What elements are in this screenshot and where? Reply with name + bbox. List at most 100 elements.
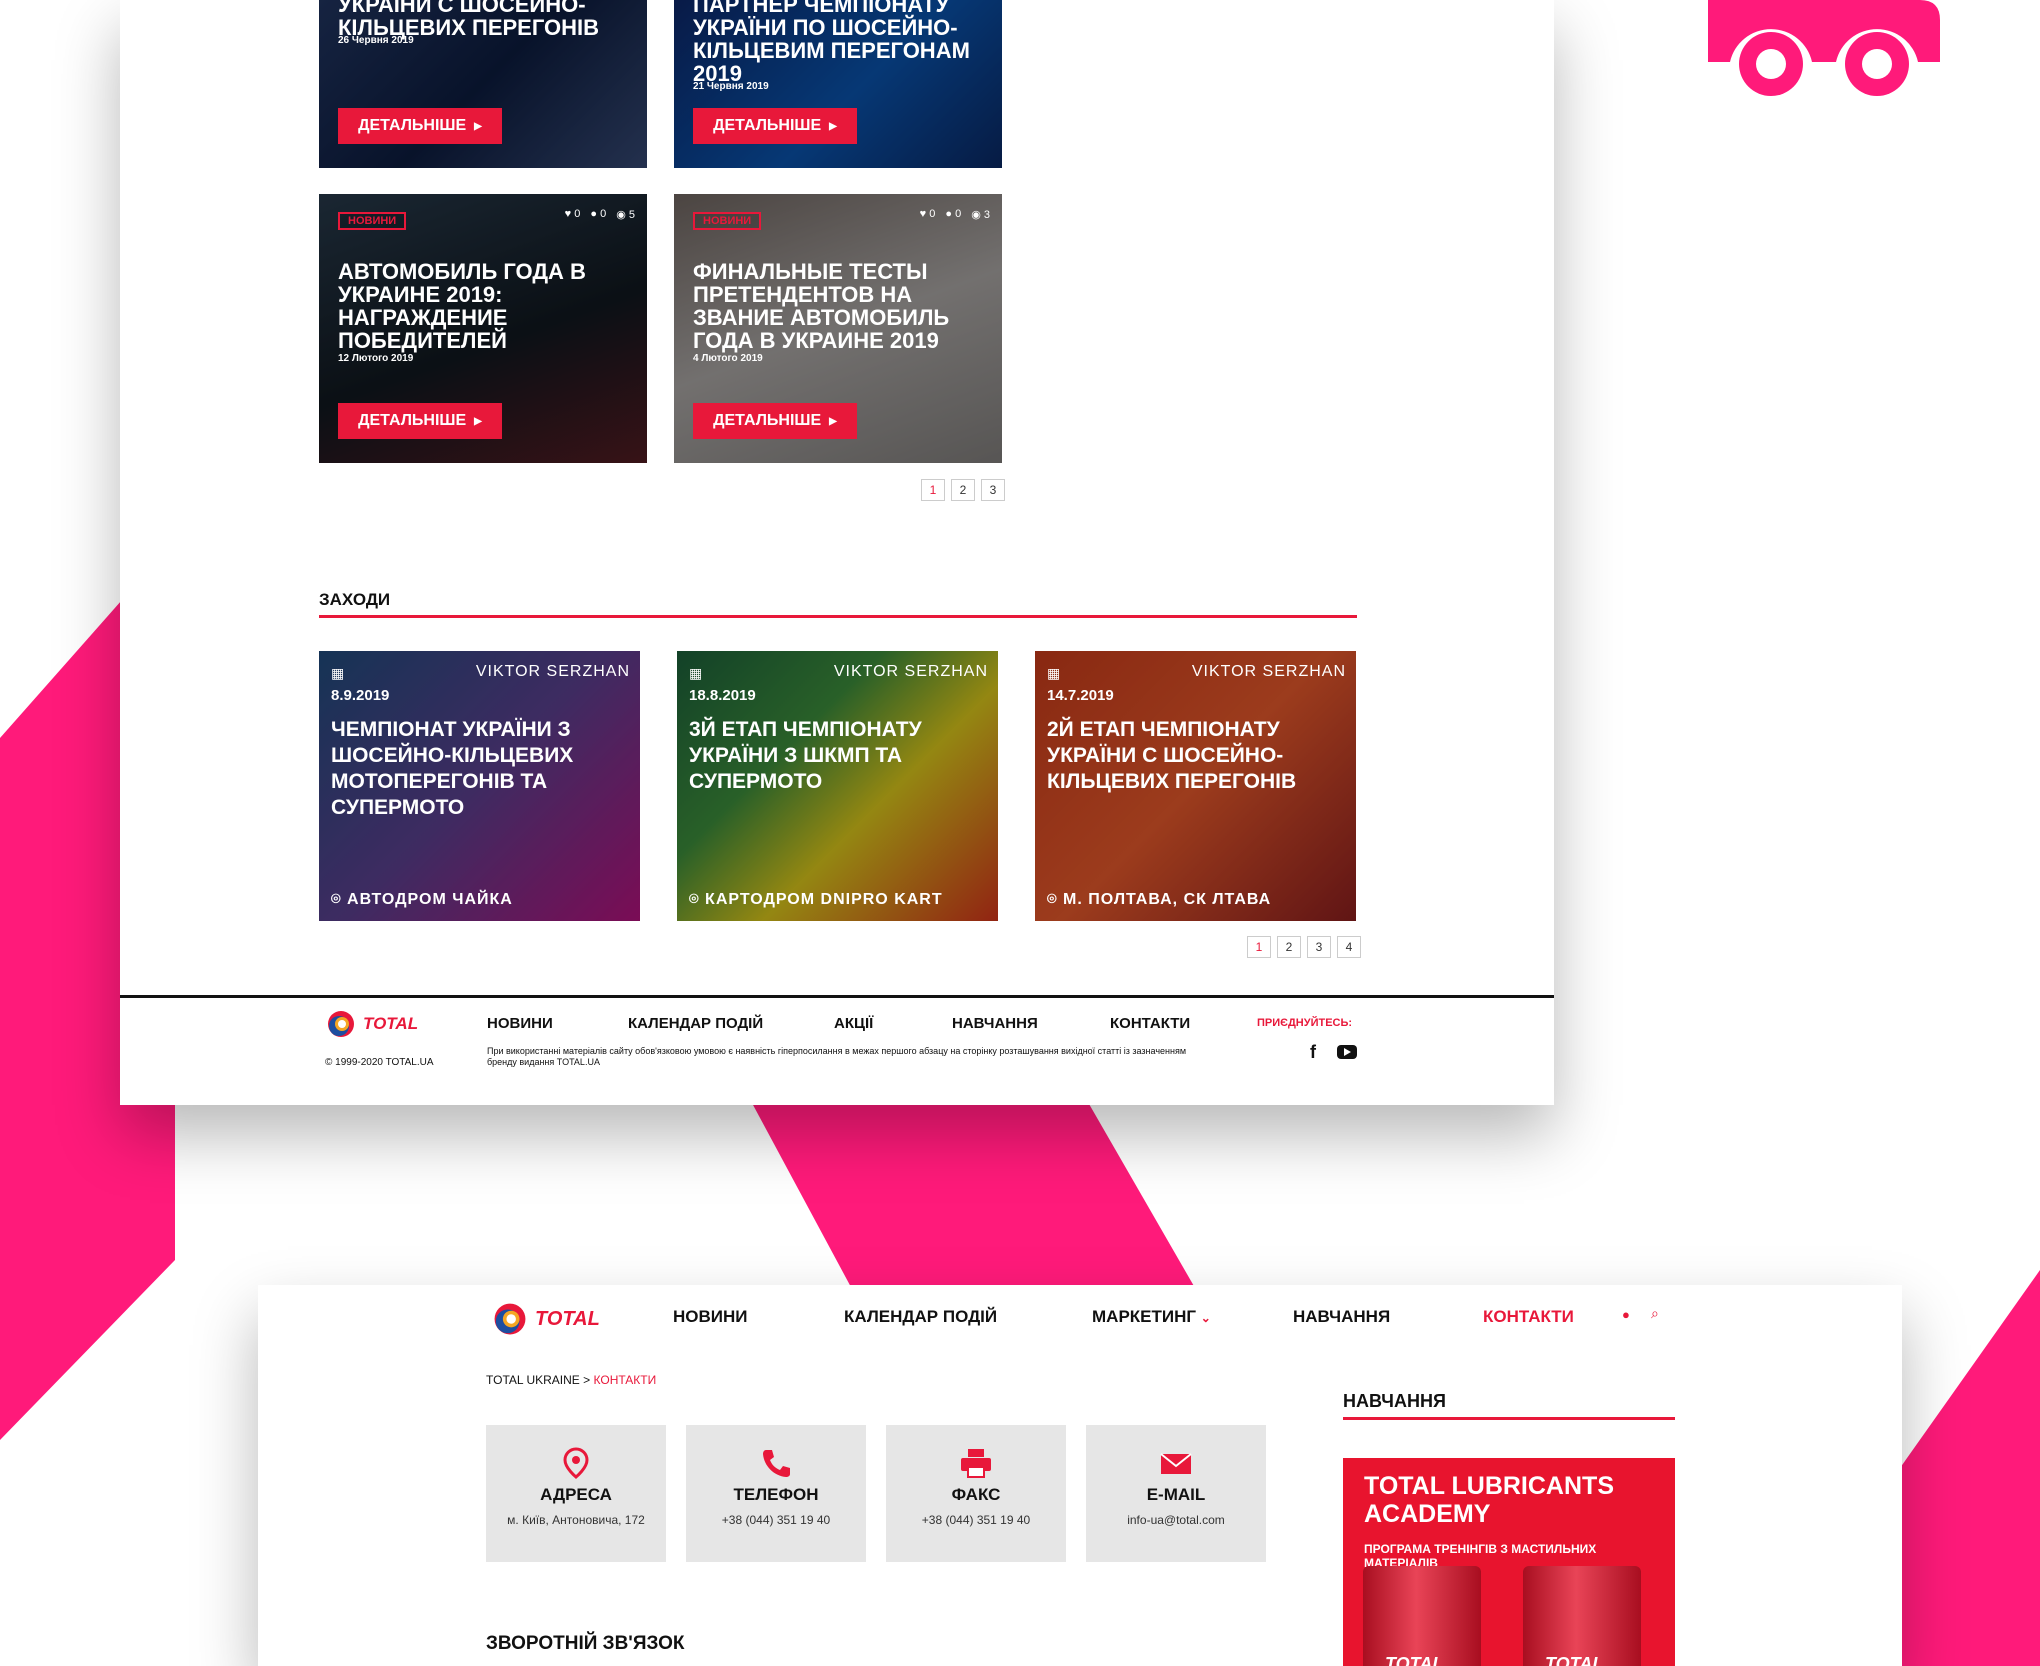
barrel-brand-label: TOTAL: [1545, 1654, 1604, 1666]
footer-nav-training[interactable]: НАВЧАННЯ: [952, 1015, 1038, 1032]
footer-logo[interactable]: TOTAL: [325, 1008, 418, 1040]
page-link[interactable]: 2: [1277, 936, 1301, 958]
details-button[interactable]: ДЕТАЛЬНІШЕ ▶: [338, 108, 502, 144]
page-link[interactable]: 3: [1307, 936, 1331, 958]
event-author: VIKTOR SERZHAN: [1191, 663, 1346, 680]
triangle-right-icon: ▶: [829, 120, 837, 132]
page-link[interactable]: 4: [1337, 936, 1361, 958]
details-button[interactable]: ДЕТАЛЬНІШЕ ▶: [338, 403, 502, 439]
contact-card-fax: ФАКС +38 (044) 351 19 40: [886, 1425, 1066, 1562]
contacts-page-screenshot: TOTAL НОВИНИ КАЛЕНДАР ПОДІЙ МАРКЕТИНГ ⌄ …: [258, 1285, 1902, 1666]
total-logo-icon: [494, 1303, 526, 1335]
event-place: ⌾ М. ПОЛТАВА, СК ЛТАВА: [1047, 891, 1272, 908]
chevron-down-icon: ⌄: [1200, 1311, 1211, 1325]
search-icon[interactable]: ⌕: [1651, 1305, 1659, 1322]
card-stats: ♥ 0 ● 0 ◉ 3: [920, 208, 990, 221]
breadcrumb-separator: >: [583, 1373, 591, 1387]
envelope-icon: [1086, 1447, 1266, 1479]
event-date: 8.9.2019: [331, 687, 390, 704]
event-author: VIKTOR SERZHAN: [833, 663, 988, 680]
events-pagination: 1 2 3 4: [1247, 936, 1361, 958]
breadcrumb: TOTAL UKRAINE > КОНТАКТИ: [486, 1373, 656, 1387]
news-card-date: 26 Червня 2019: [338, 35, 414, 46]
user-icon[interactable]: ●: [1622, 1307, 1630, 1322]
youtube-icon[interactable]: [1337, 1045, 1357, 1059]
page-link[interactable]: 3: [981, 479, 1005, 501]
breadcrumb-root[interactable]: TOTAL UKRAINE: [486, 1373, 580, 1387]
nav-marketing[interactable]: МАРКЕТИНГ ⌄: [1092, 1307, 1211, 1327]
news-card-title: ФИНАЛЬНЫЕ ТЕСТЫ ПРЕТЕНДЕНТОВ НА ЗВАНИЕ А…: [693, 259, 950, 353]
triangle-right-icon: ▶: [829, 415, 837, 427]
contact-card-phone: ТЕЛЕФОН +38 (044) 351 19 40: [686, 1425, 866, 1562]
phone-icon: [686, 1447, 866, 1479]
comment-icon: ● 0: [590, 208, 607, 220]
news-card[interactable]: НОВИНИ ♥ 0 ● 0 ◉ 3 ФИНАЛЬНЫЕ ТЕСТЫ ПРЕТЕ…: [674, 194, 1002, 463]
page-link[interactable]: 1: [1247, 936, 1271, 958]
card-stats: ♥ 0 ● 0 ◉ 5: [565, 208, 635, 221]
section-divider: [319, 615, 1357, 618]
footer-divider: [120, 995, 1554, 998]
triangle-right-icon: ▶: [474, 120, 482, 132]
breadcrumb-current: КОНТАКТИ: [593, 1373, 657, 1387]
event-date: 14.7.2019: [1047, 687, 1114, 704]
news-card-title: ПАРТНЕР ЧЕМПІОНАТУ УКРАЇНИ ПО ШОСЕЙНО-КІ…: [693, 0, 970, 86]
contact-card-email: E-MAIL info-ua@total.com: [1086, 1425, 1266, 1562]
oil-barrel-image: TOTAL: [1363, 1566, 1481, 1666]
eye-icon: ◉ 5: [616, 209, 635, 221]
nav-calendar[interactable]: КАЛЕНДАР ПОДІЙ: [844, 1307, 997, 1327]
category-badge: НОВИНИ: [338, 212, 407, 230]
page-link[interactable]: 2: [951, 479, 975, 501]
event-card[interactable]: ▦ VIKTOR SERZHAN 18.8.2019 3Й ЕТАП ЧЕМПІ…: [677, 651, 998, 921]
news-card-title: УКРАЇНИ С ШОСЕЙНО-КІЛЬЦЕВИХ ПЕРЕГОНІВ: [338, 0, 600, 40]
event-author: VIKTOR SERZHAN: [475, 663, 630, 680]
calendar-icon: ▦: [1047, 665, 1061, 681]
oil-barrel-image: TOTAL: [1523, 1566, 1641, 1666]
event-card[interactable]: ▦ VIKTOR SERZHAN 8.9.2019 ЧЕМПІОНАТ УКРА…: [319, 651, 640, 921]
contact-card-address: АДРЕСА м. Київ, Антоновича, 172: [486, 1425, 666, 1562]
total-logo-icon: [328, 1011, 354, 1037]
news-card-date: 4 Лютого 2019: [693, 353, 763, 364]
nav-news[interactable]: НОВИНИ: [673, 1307, 748, 1327]
sidebar-title: НАВЧАННЯ: [1343, 1391, 1446, 1411]
calendar-icon: ▦: [689, 665, 703, 681]
news-card[interactable]: ПАРТНЕР ЧЕМПІОНАТУ УКРАЇНИ ПО ШОСЕЙНО-КІ…: [674, 0, 1002, 168]
news-page-screenshot: УКРАЇНИ С ШОСЕЙНО-КІЛЬЦЕВИХ ПЕРЕГОНІВ 26…: [120, 0, 1554, 1105]
event-title: 3Й ЕТАП ЧЕМПІОНАТУ УКРАЇНИ З ШКМП ТА СУП…: [689, 718, 922, 793]
news-card-title: АВТОМОБИЛЬ ГОДА В УКРАИНЕ 2019: НАГРАЖДЕ…: [338, 259, 586, 353]
facebook-icon[interactable]: f: [1310, 1042, 1316, 1063]
triangle-right-icon: ▶: [474, 415, 482, 427]
barrel-brand-label: TOTAL: [1385, 1654, 1444, 1666]
page-link[interactable]: 1: [921, 479, 945, 501]
location-pin-icon: [486, 1447, 666, 1479]
join-label: ПРИЄДНУЙТЕСЬ:: [1257, 1017, 1353, 1029]
location-pin-icon: ⌾: [331, 891, 348, 908]
event-title: ЧЕМПІОНАТ УКРАЇНИ З ШОСЕЙНО-КІЛЬЦЕВИХ МО…: [331, 718, 574, 819]
calendar-icon: ▦: [331, 665, 345, 681]
location-pin-icon: ⌾: [1047, 891, 1064, 908]
event-place: ⌾ АВТОДРОМ ЧАЙКА: [331, 891, 513, 908]
event-place: ⌾ КАРТОДРОМ DNIPRO KART: [689, 891, 943, 908]
feedback-title: ЗВОРОТНІЙ ЗВ'ЯЗОК: [486, 1633, 685, 1654]
footer-nav-contacts[interactable]: КОНТАКТИ: [1110, 1015, 1190, 1032]
news-card[interactable]: УКРАЇНИ С ШОСЕЙНО-КІЛЬЦЕВИХ ПЕРЕГОНІВ 26…: [319, 0, 647, 168]
academy-promo-banner[interactable]: TOTAL LUBRICANTS ACADEMY ПРОГРАМА ТРЕНІН…: [1343, 1458, 1675, 1666]
details-button[interactable]: ДЕТАЛЬНІШЕ ▶: [693, 108, 857, 144]
car-icon: [1708, 0, 1940, 96]
news-card-date: 12 Лютого 2019: [338, 353, 414, 364]
nav-contacts[interactable]: КОНТАКТИ: [1483, 1307, 1574, 1327]
event-title: 2Й ЕТАП ЧЕМПІОНАТУ УКРАЇНИ С ШОСЕЙНО-КІЛ…: [1047, 718, 1297, 793]
news-card[interactable]: НОВИНИ ♥ 0 ● 0 ◉ 5 АВТОМОБИЛЬ ГОДА В УКР…: [319, 194, 647, 463]
nav-training[interactable]: НАВЧАННЯ: [1293, 1307, 1390, 1327]
details-button[interactable]: ДЕТАЛЬНІШЕ ▶: [693, 403, 857, 439]
footer-nav-news[interactable]: НОВИНИ: [487, 1015, 553, 1032]
footer-nav-calendar[interactable]: КАЛЕНДАР ПОДІЙ: [628, 1015, 763, 1032]
footer-nav-promotions[interactable]: АКЦІЇ: [834, 1015, 873, 1032]
background-shape-right: [1900, 1270, 2040, 1666]
category-badge: НОВИНИ: [693, 212, 762, 230]
heart-icon: ♥ 0: [564, 208, 581, 220]
comment-icon: ● 0: [945, 208, 962, 220]
header-logo[interactable]: TOTAL: [491, 1300, 600, 1338]
copyright: © 1999-2020 TOTAL.UA: [325, 1057, 434, 1068]
event-card[interactable]: ▦ VIKTOR SERZHAN 14.7.2019 2Й ЕТАП ЧЕМПІ…: [1035, 651, 1356, 921]
footer-disclaimer: При використанні матеріалів сайту обов'я…: [487, 1046, 1187, 1067]
